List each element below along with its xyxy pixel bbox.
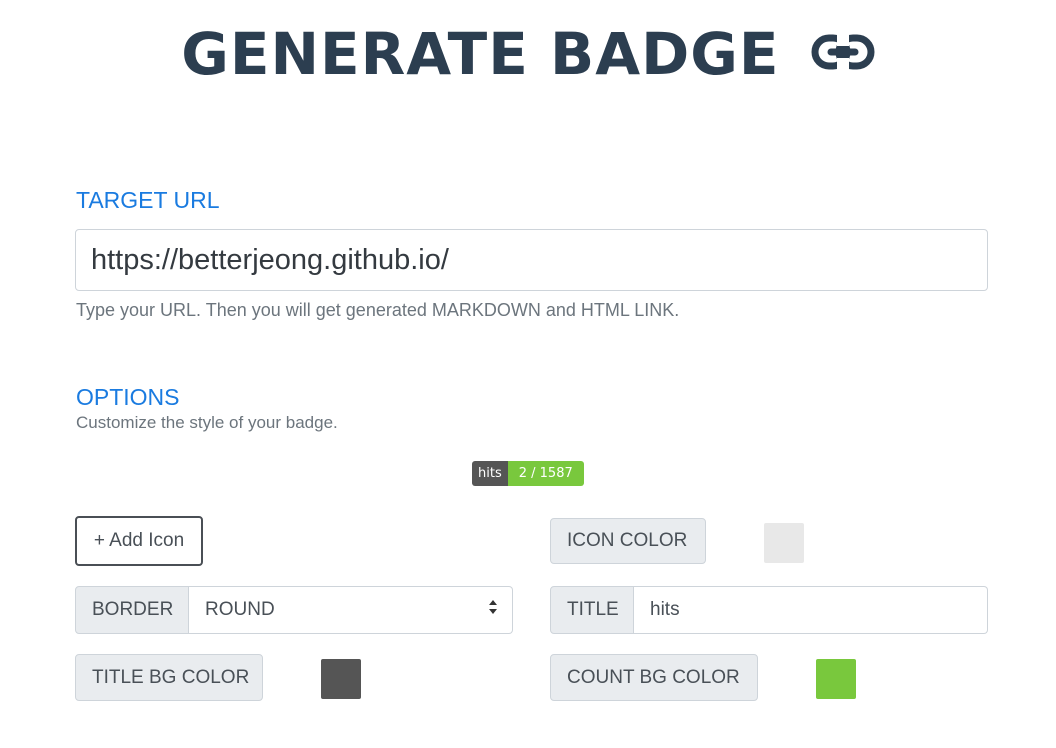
badge-count: 2 / 1587 (507, 461, 584, 486)
target-url-input[interactable] (75, 229, 988, 291)
title-input[interactable] (634, 586, 988, 634)
count-bg-color-swatch[interactable] (816, 659, 856, 699)
page-title-text: GENERATE BADGE (181, 20, 780, 88)
border-label: BORDER (75, 586, 189, 634)
target-url-heading: TARGET URL (76, 187, 220, 213)
add-icon-button[interactable]: + Add Icon (75, 516, 203, 566)
target-url-helper: Type your URL. Then you will get generat… (76, 300, 680, 320)
border-select[interactable]: ROUND (189, 586, 513, 634)
icon-color-label: ICON COLOR (550, 518, 706, 564)
title-label: TITLE (550, 586, 634, 634)
page-title: GENERATE BADGE (0, 18, 1056, 94)
title-bg-color-label: TITLE BG COLOR (75, 654, 263, 701)
badge-title: hits (472, 461, 508, 486)
title-input-group: TITLE (550, 586, 988, 634)
link-icon (811, 16, 875, 88)
title-bg-color-swatch[interactable] (321, 659, 361, 699)
icon-color-swatch[interactable] (764, 523, 804, 563)
border-select-value: ROUND (205, 599, 275, 620)
select-arrows-icon (488, 599, 498, 621)
options-subtitle: Customize the style of your badge. (76, 413, 338, 432)
badge-preview: hits 2 / 1587 (472, 461, 584, 486)
options-heading: OPTIONS (76, 384, 180, 410)
count-bg-color-label: COUNT BG COLOR (550, 654, 758, 701)
border-select-group: BORDER ROUND (75, 586, 513, 634)
